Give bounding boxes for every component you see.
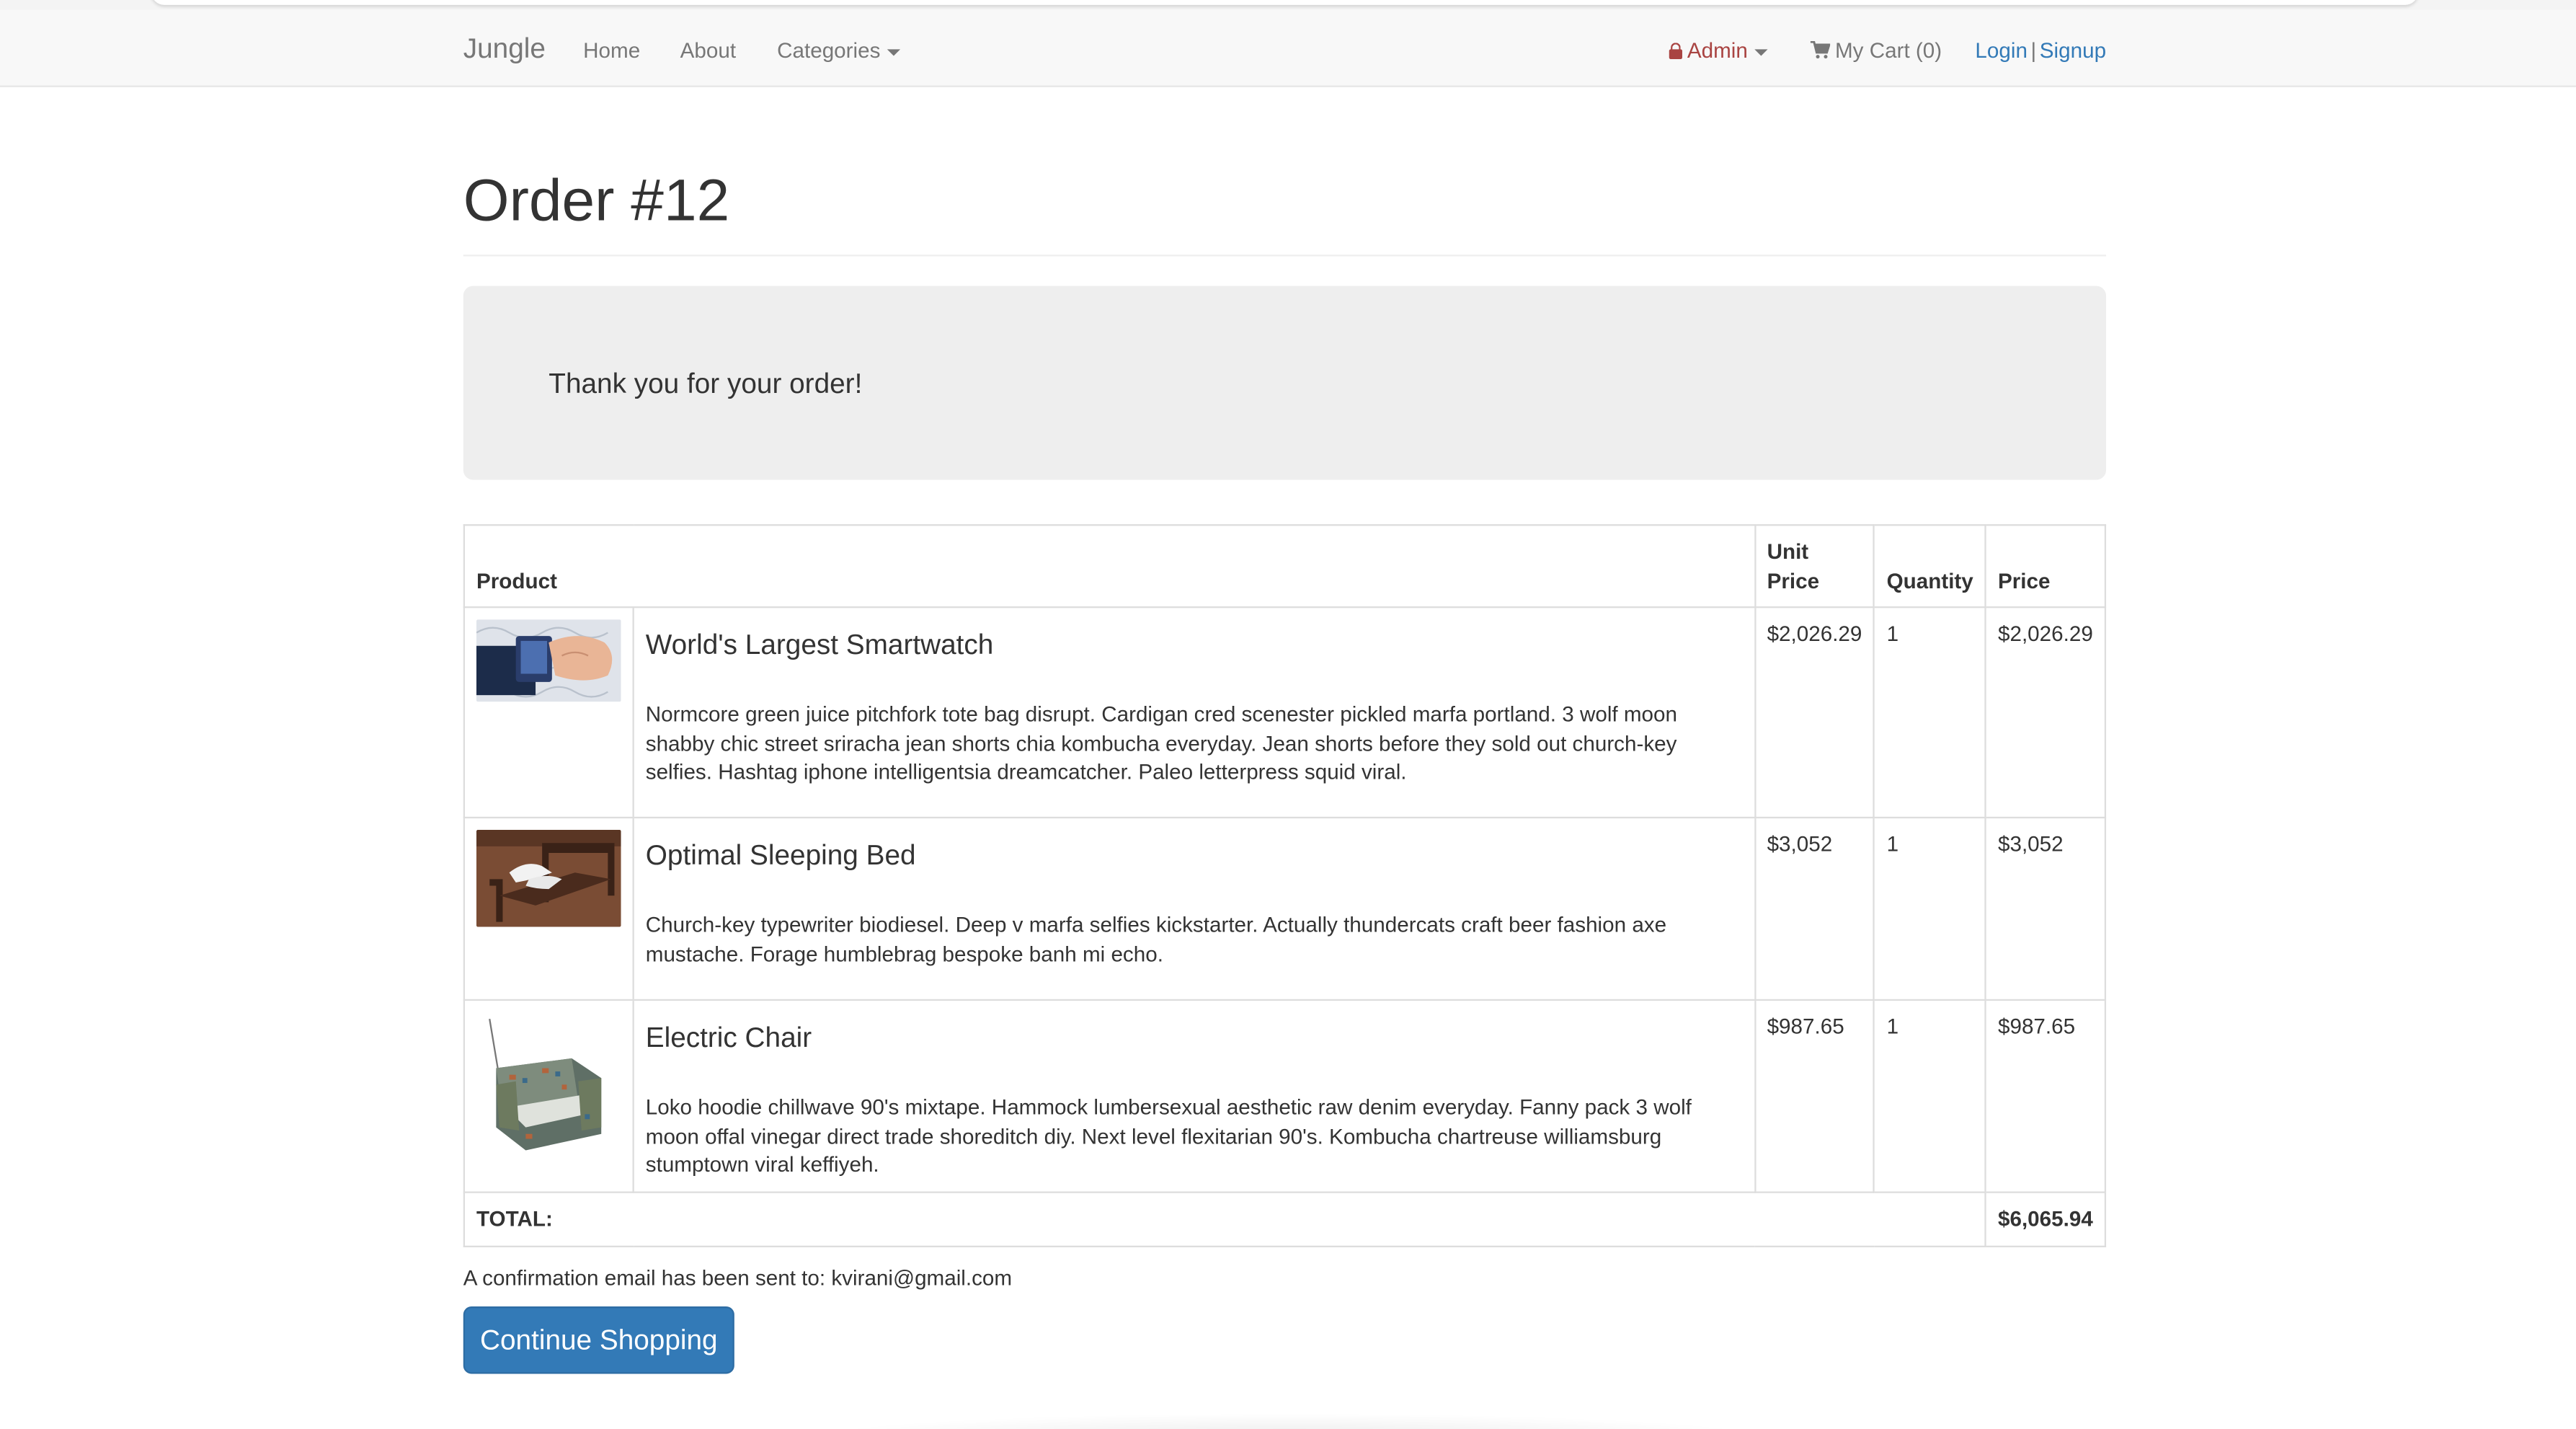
quantity-cell: 1 xyxy=(1873,999,1987,1193)
auth-links: Login | Signup xyxy=(1975,37,2106,62)
unit-price-cell: $987.65 xyxy=(1754,999,1875,1193)
lock-icon xyxy=(1669,43,1683,60)
header-unit-price: Unit Price xyxy=(1754,524,1875,609)
product-description: Church-key typewriter biodiesel. Deep v … xyxy=(645,912,1667,966)
nav-dropdown-admin[interactable]: Admin xyxy=(1669,37,1768,63)
confirmation-message: A confirmation email has been sent to: k… xyxy=(463,1265,1013,1291)
quantity-cell: 1 xyxy=(1873,606,1987,819)
product-description: Loko hoodie chillwave 90's mixtape. Hamm… xyxy=(645,1094,1692,1177)
price-cell: $3,052 xyxy=(1984,816,2107,1001)
electric-chair-product-image[interactable] xyxy=(476,1012,621,1157)
quantity-cell: 1 xyxy=(1873,816,1987,1001)
nav-dropdown-categories[interactable]: Categories xyxy=(777,37,900,63)
navbar: Jungle Home About Categories Admin My Ca… xyxy=(0,9,2576,87)
product-name[interactable]: Optimal Sleeping Bed xyxy=(646,840,1743,873)
header-price: Price xyxy=(1984,524,2107,609)
login-link[interactable]: Login xyxy=(1975,37,2028,62)
categories-label: Categories xyxy=(777,37,881,63)
address-bar-edge xyxy=(151,0,2419,5)
cart-label: My Cart (0) xyxy=(1834,37,1942,63)
product-name[interactable]: World's Largest Smartwatch xyxy=(646,629,1743,663)
smartwatch-product-image[interactable] xyxy=(476,619,621,702)
header-quantity: Quantity xyxy=(1873,524,1987,609)
chevron-down-icon xyxy=(1754,48,1768,56)
total-label: TOTAL: xyxy=(463,1190,1987,1247)
product-image-cell xyxy=(463,816,634,1001)
product-description: Normcore green juice pitchfork tote bag … xyxy=(645,702,1678,784)
table-row: Electric Chair Loko hoodie chillwave 90'… xyxy=(463,999,2107,1193)
unit-price-cell: $3,052 xyxy=(1754,816,1875,1001)
chevron-down-icon xyxy=(887,48,900,56)
page-root: Jungle Home About Categories Admin My Ca… xyxy=(0,0,2576,1429)
continue-shopping-button[interactable]: Continue Shopping xyxy=(463,1306,734,1374)
product-details-cell: Electric Chair Loko hoodie chillwave 90'… xyxy=(632,999,1756,1193)
thank-you-panel: Thank you for your order! xyxy=(463,286,2107,480)
order-table: Product Unit Price Quantity Price World'… xyxy=(463,524,2107,1247)
nav-link-home[interactable]: Home xyxy=(583,37,640,62)
table-row: Optimal Sleeping Bed Church-key typewrit… xyxy=(463,816,2107,1001)
product-image-cell xyxy=(463,999,634,1193)
price-cell: $987.65 xyxy=(1984,999,2107,1193)
bottom-shadow xyxy=(804,1413,1775,1429)
header-product: Product xyxy=(463,524,1756,609)
shopping-cart-icon xyxy=(1810,40,1831,59)
page-title: Order #12 xyxy=(463,166,730,234)
signup-link[interactable]: Signup xyxy=(2040,37,2106,62)
total-row: TOTAL: $6,065.94 xyxy=(463,1190,2107,1247)
nav-link-cart[interactable]: My Cart (0) xyxy=(1810,37,1942,63)
auth-separator: | xyxy=(2030,37,2037,63)
product-details-cell: Optimal Sleeping Bed Church-key typewrit… xyxy=(632,816,1756,1001)
total-value: $6,065.94 xyxy=(1984,1190,2107,1247)
page-header: Order #12 xyxy=(463,164,2107,257)
product-details-cell: World's Largest Smartwatch Normcore gree… xyxy=(632,606,1756,819)
table-header-row: Product Unit Price Quantity Price xyxy=(463,524,2107,609)
browser-top-strip xyxy=(0,0,2576,10)
nav-link-about[interactable]: About xyxy=(680,37,736,62)
product-image-cell xyxy=(463,606,634,819)
navbar-brand[interactable]: Jungle xyxy=(463,33,546,66)
table-row: World's Largest Smartwatch Normcore gree… xyxy=(463,606,2107,819)
thank-you-message: Thank you for your order! xyxy=(548,368,863,399)
price-cell: $2,026.29 xyxy=(1984,606,2107,819)
navbar-container: Jungle Home About Categories Admin My Ca… xyxy=(463,10,2106,86)
product-name[interactable]: Electric Chair xyxy=(646,1022,1743,1056)
admin-label: Admin xyxy=(1687,37,1748,63)
unit-price-cell: $2,026.29 xyxy=(1754,606,1875,819)
sleeping-bed-product-image[interactable] xyxy=(476,830,621,927)
